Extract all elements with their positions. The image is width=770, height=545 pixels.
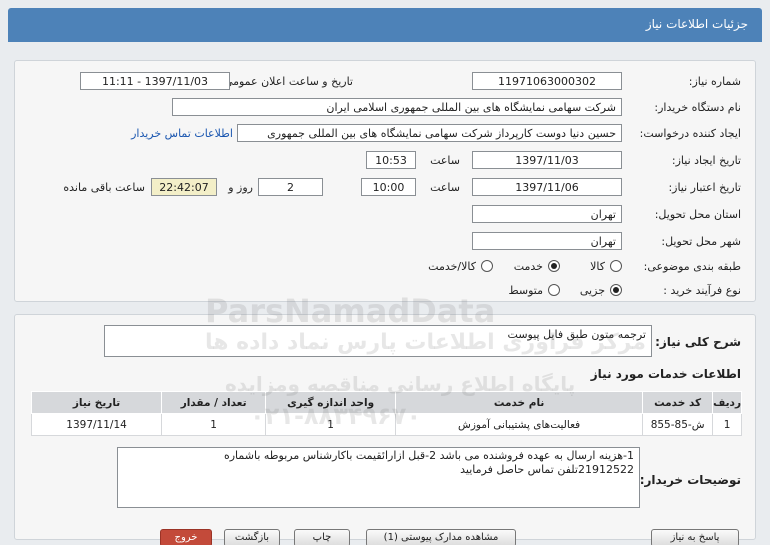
cell-date: 1397/11/14 — [30, 413, 163, 436]
process-option-minor: جزیی — [579, 284, 605, 297]
category-option-goods: کالا — [590, 260, 605, 273]
validity-date-label: تاریخ اعتبار نیاز: — [668, 181, 741, 194]
services-title: اطلاعات خدمات مورد نیاز — [590, 367, 741, 381]
buyer-org-label: نام دستگاه خریدار: — [654, 101, 741, 114]
services-panel: شرح کلی نیاز: ترجمه متون طبق فایل پیوست … — [14, 314, 756, 545]
buyer-notes-line2: 21912522تلفن تماس حاصل فرمایید — [460, 463, 634, 476]
page-header: جزئیات اطلاعات نیاز — [8, 8, 762, 42]
remaining-time-label: ساعت باقی مانده — [63, 181, 145, 194]
view-attachments-button[interactable]: مشاهده مدارک پیوستی (1) — [366, 529, 516, 545]
page-title: جزئیات اطلاعات نیاز — [645, 17, 748, 31]
col-row: ردیف — [712, 391, 742, 414]
validity-days-label: روز و — [228, 181, 253, 194]
created-time-label: ساعت — [430, 154, 460, 167]
col-qty: تعداد / مقدار — [161, 391, 267, 414]
summary-label: شرح کلی نیاز: — [655, 335, 741, 349]
category-label: طبقه بندی موضوعی: — [643, 260, 741, 273]
created-time-field: 10:53 — [366, 151, 416, 169]
back-button[interactable]: بازگشت — [224, 529, 280, 545]
print-button[interactable]: چاپ — [294, 529, 350, 545]
exit-button[interactable]: خروج — [160, 529, 212, 545]
requester-label: ایجاد کننده درخواست: — [639, 127, 741, 140]
process-option-medium: متوسط — [508, 284, 543, 297]
validity-days-field: 2 — [258, 178, 323, 196]
process-radio-medium[interactable] — [548, 284, 560, 296]
buyer-notes-line1: 1-هزینه ارسال به عهده فروشنده می باشد 2-… — [223, 449, 634, 462]
process-radio-minor[interactable] — [610, 284, 622, 296]
category-option-goods-service: کالا/خدمت — [428, 260, 476, 273]
col-code: کد خدمت — [642, 391, 714, 414]
category-radio-service[interactable] — [548, 260, 560, 272]
col-name: نام خدمت — [395, 391, 644, 414]
cell-unit: 1 — [265, 413, 397, 436]
city-label: شهر محل تحویل: — [661, 235, 741, 248]
cell-qty: 1 — [161, 413, 267, 436]
province-label: استان محل تحویل: — [654, 208, 741, 221]
details-panel: شماره نیاز: 1197106300030​2 تاریخ و ساعت… — [14, 60, 756, 302]
category-radio-goods-service[interactable] — [481, 260, 493, 272]
category-radio-goods[interactable] — [610, 260, 622, 272]
buyer-org-field: شرکت سهامی نمایشگاه های بین المللی جمهور… — [172, 98, 622, 116]
col-date: تاریخ نیاز — [30, 391, 163, 414]
cell-name: فعالیت‌های پشتیبانی آموزش — [395, 413, 644, 436]
table-row: 1 ش-85-855 فعالیت‌های پشتیبانی آموزش 1 1… — [30, 413, 742, 436]
created-date-field: 1397/11/03 — [472, 151, 622, 169]
col-unit: واحد اندازه گیری — [265, 391, 397, 414]
requester-field: حسین دنیا دوست کارپرداز شرکت سهامی نمایش… — [237, 124, 622, 142]
validity-time-label: ساعت — [430, 181, 460, 194]
validity-date-field: 1397/11/06 — [472, 178, 622, 196]
cell-code: ش-85-855 — [642, 413, 714, 436]
category-option-service: خدمت — [513, 260, 543, 273]
process-label: نوع فرآیند خرید : — [663, 284, 741, 297]
city-field: تهران — [472, 232, 622, 250]
need-number-field: 1197106300030​2 — [472, 72, 622, 90]
reply-button[interactable]: پاسخ به نیاز — [651, 529, 739, 545]
remaining-time-field: 22:42:07 — [151, 178, 217, 196]
validity-time-field: 10:00 — [361, 178, 416, 196]
announce-datetime-label: تاریخ و ساعت اعلان عمومی: — [220, 75, 353, 88]
summary-field: ترجمه متون طبق فایل پیوست — [104, 325, 652, 357]
services-table: ردیف کد خدمت نام خدمت واحد اندازه گیری ت… — [30, 391, 742, 436]
need-number-label: شماره نیاز: — [688, 75, 741, 88]
announce-datetime-field: 1397/11/03 - 11:11 — [80, 72, 230, 90]
province-field: تهران — [472, 205, 622, 223]
cell-row: 1 — [712, 413, 742, 436]
buyer-notes-field: 1-هزینه ارسال به عهده فروشنده می باشد 2-… — [117, 447, 640, 508]
buyer-contact-link[interactable]: اطلاعات تماس خریدار — [131, 127, 233, 140]
services-header-row: ردیف کد خدمت نام خدمت واحد اندازه گیری ت… — [30, 391, 742, 414]
created-date-label: تاریخ ایجاد نیاز: — [671, 154, 741, 167]
buyer-notes-label: توضیحات خریدار: — [639, 473, 741, 487]
